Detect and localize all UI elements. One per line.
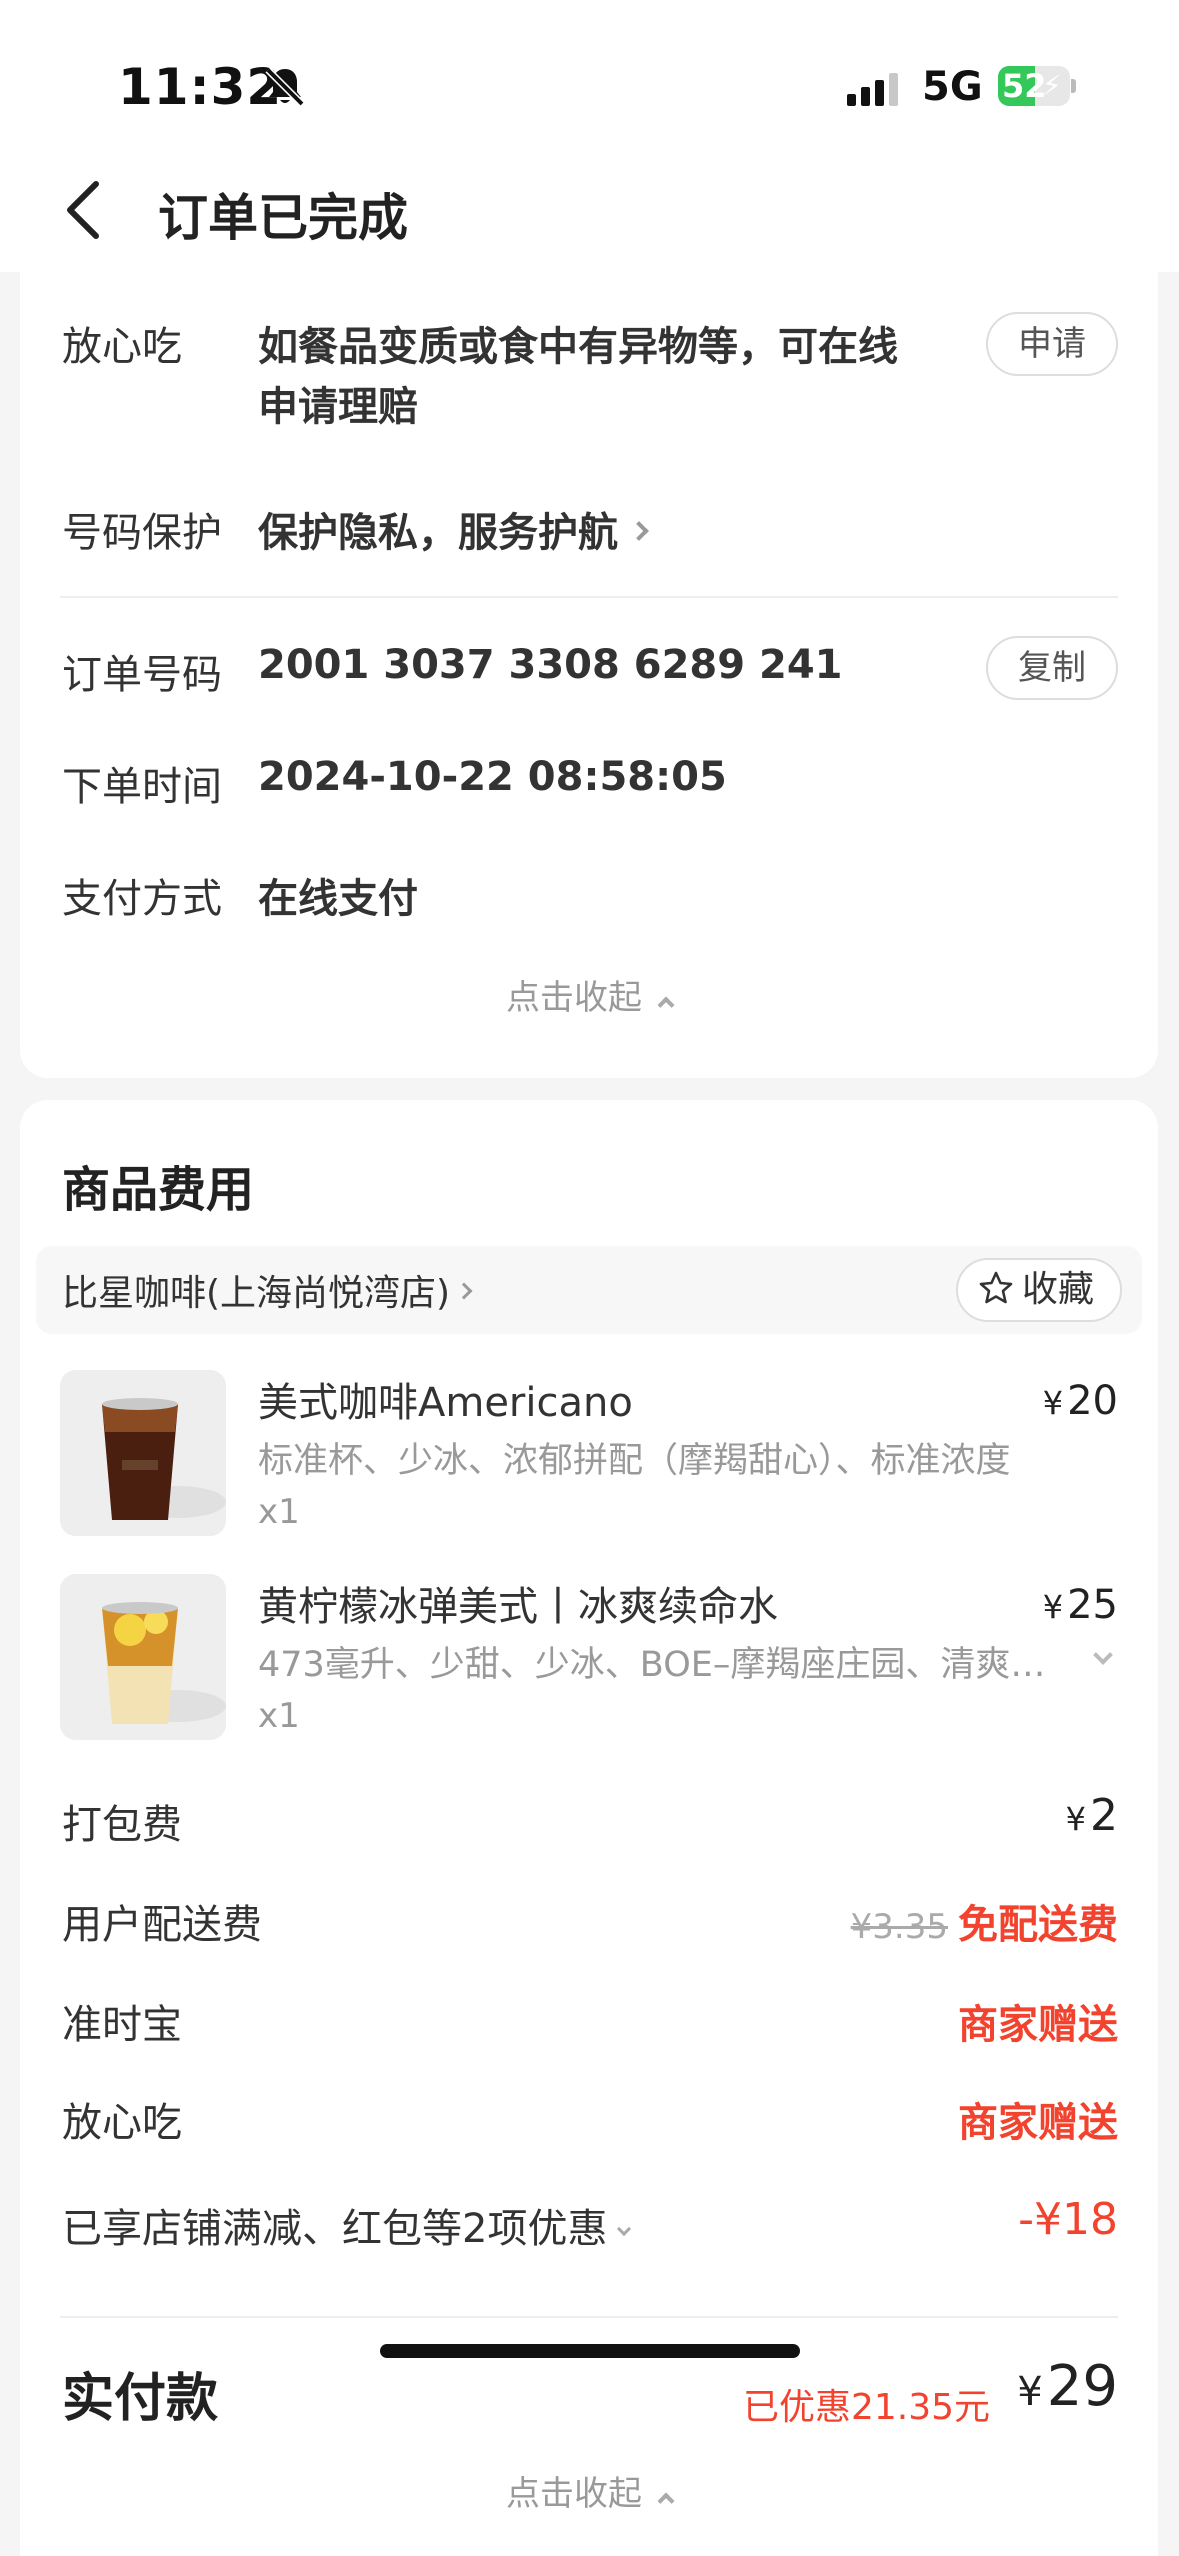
- item-name: 美式咖啡Americano: [258, 1380, 633, 1426]
- order-time-label: 下单时间: [62, 764, 222, 810]
- privacy-value: 保护隐私，服务护航: [258, 510, 618, 556]
- chevron-down-icon: [617, 2221, 632, 2237]
- reassure-fee-label: 放心吃: [62, 2100, 182, 2146]
- total-label: 实付款: [62, 2369, 219, 2429]
- chevron-right-icon: [629, 521, 649, 541]
- reassure-label: 放心吃: [62, 324, 182, 370]
- price-value: 25: [1067, 1582, 1118, 1628]
- home-indicator: [380, 2344, 800, 2358]
- total-amount: 29: [1046, 2354, 1118, 2419]
- payment-value: 在线支付: [258, 876, 418, 922]
- total-saved: 已优惠21.35元: [742, 2387, 990, 2428]
- item-price: ¥25: [1043, 1582, 1118, 1628]
- order-time-value: 2024-10-22 08:58:05: [258, 754, 727, 800]
- apply-claim-button[interactable]: 申请: [986, 312, 1118, 376]
- currency-symbol: ¥: [1042, 1384, 1064, 1422]
- collapse-toggle[interactable]: 点击收起: [20, 2466, 1158, 2515]
- order-info-card: 放心吃 如餐品变质或食中有异物等，可在线 申请理赔 申请 号码保护 保护隐私，服…: [20, 240, 1158, 1078]
- currency-symbol: ¥: [1017, 2369, 1043, 2415]
- delivery-fee-original: ¥3.35: [850, 1907, 948, 1947]
- packing-fee-value: ¥2: [1066, 1790, 1118, 1841]
- signal-icon: [847, 73, 898, 106]
- store-name: 比星咖啡(上海尚悦湾店): [62, 1273, 451, 1314]
- section-title: 商品费用: [62, 1162, 255, 1218]
- currency-symbol: ¥: [1065, 1800, 1086, 1838]
- product-image-americano: [60, 1370, 226, 1536]
- total-value: ¥29: [1017, 2354, 1118, 2419]
- chevron-up-icon: [657, 2492, 675, 2510]
- price-value: 20: [1067, 1378, 1118, 1424]
- discount-value: -¥18: [1018, 2194, 1118, 2245]
- divider: [60, 2316, 1118, 2318]
- favorite-button[interactable]: 收藏: [955, 1258, 1122, 1322]
- reassure-desc-line1: 如餐品变质或食中有异物等，可在线: [258, 324, 898, 370]
- charging-bolt-icon: ⚡: [1042, 69, 1062, 102]
- divider: [60, 596, 1118, 598]
- item-qty: x1: [258, 1696, 300, 1736]
- item-qty: x1: [258, 1492, 300, 1532]
- item-name: 黄柠檬冰弹美式丨冰爽续命水: [258, 1584, 778, 1630]
- item-spec: 473毫升、少甜、少冰、BOE–摩羯座庄园、清爽…: [258, 1645, 1046, 1685]
- star-icon: [979, 1271, 1013, 1304]
- collapse-label: 点击收起: [506, 978, 642, 1018]
- currency-symbol: ¥: [1042, 1588, 1064, 1626]
- bell-off-icon: [265, 67, 305, 107]
- list-item[interactable]: 黄柠檬冰弹美式丨冰爽续命水 473毫升、少甜、少冰、BOE–摩羯座庄园、清爽… …: [60, 1574, 1118, 1744]
- delivery-fee-label: 用户配送费: [62, 1902, 262, 1948]
- list-item[interactable]: 美式咖啡Americano 标准杯、少冰、浓郁拼配（摩羯甜心）、标准浓度 x1 …: [60, 1370, 1118, 1540]
- chevron-right-icon: [455, 1282, 473, 1300]
- privacy-link[interactable]: 保护隐私，服务护航: [258, 500, 649, 558]
- status-time: 11:32: [118, 58, 283, 116]
- expand-chevron-icon[interactable]: [1093, 1645, 1113, 1665]
- product-image-lemon-americano: [60, 1574, 226, 1740]
- payment-label: 支付方式: [62, 876, 222, 922]
- packing-fee-label: 打包费: [62, 1802, 182, 1848]
- ontime-label: 准时宝: [62, 2002, 182, 2048]
- order-no-value: 2001 3037 3308 6289 241: [258, 642, 843, 688]
- reassure-desc-line2: 申请理赔: [258, 384, 418, 430]
- delivery-fee-free: 免配送费: [958, 1902, 1118, 1948]
- collapse-label: 点击收起: [506, 2474, 642, 2514]
- order-no-label: 订单号码: [62, 652, 222, 698]
- page-title: 订单已完成: [158, 189, 408, 247]
- item-spec: 标准杯、少冰、浓郁拼配（摩羯甜心）、标准浓度: [258, 1441, 1011, 1481]
- store-link[interactable]: 比星咖啡(上海尚悦湾店): [62, 1264, 473, 1316]
- store-bar: 比星咖啡(上海尚悦湾店) 收藏: [36, 1246, 1142, 1334]
- network-type: 5G: [922, 64, 983, 110]
- collapse-toggle[interactable]: 点击收起: [20, 970, 1158, 1019]
- packing-fee-amount: 2: [1090, 1790, 1118, 1841]
- chevron-up-icon: [657, 996, 675, 1014]
- item-price: ¥20: [1043, 1378, 1118, 1424]
- privacy-label: 号码保护: [62, 510, 222, 556]
- battery-icon: 52 ⚡: [998, 66, 1076, 106]
- favorite-label: 收藏: [1021, 1269, 1094, 1310]
- back-button[interactable]: [56, 170, 116, 250]
- copy-button[interactable]: 复制: [986, 636, 1118, 700]
- discount-label: 已享店铺满减、红包等2项优惠: [62, 2206, 608, 2252]
- goods-fee-card: 商品费用 比星咖啡(上海尚悦湾店) 收藏 美式咖啡Americano 标准杯、少…: [20, 1100, 1158, 2556]
- top-bar: 11:32 5G 52 ⚡ 订单已完成: [0, 0, 1179, 272]
- delivery-fee-value: ¥3.35 免配送费: [851, 1892, 1118, 1950]
- reassure-fee-value: 商家赠送: [958, 2100, 1118, 2146]
- battery-level: 52: [1002, 67, 1047, 105]
- discount-toggle[interactable]: 已享店铺满减、红包等2项优惠: [62, 2196, 632, 2254]
- ontime-value: 商家赠送: [958, 2002, 1118, 2048]
